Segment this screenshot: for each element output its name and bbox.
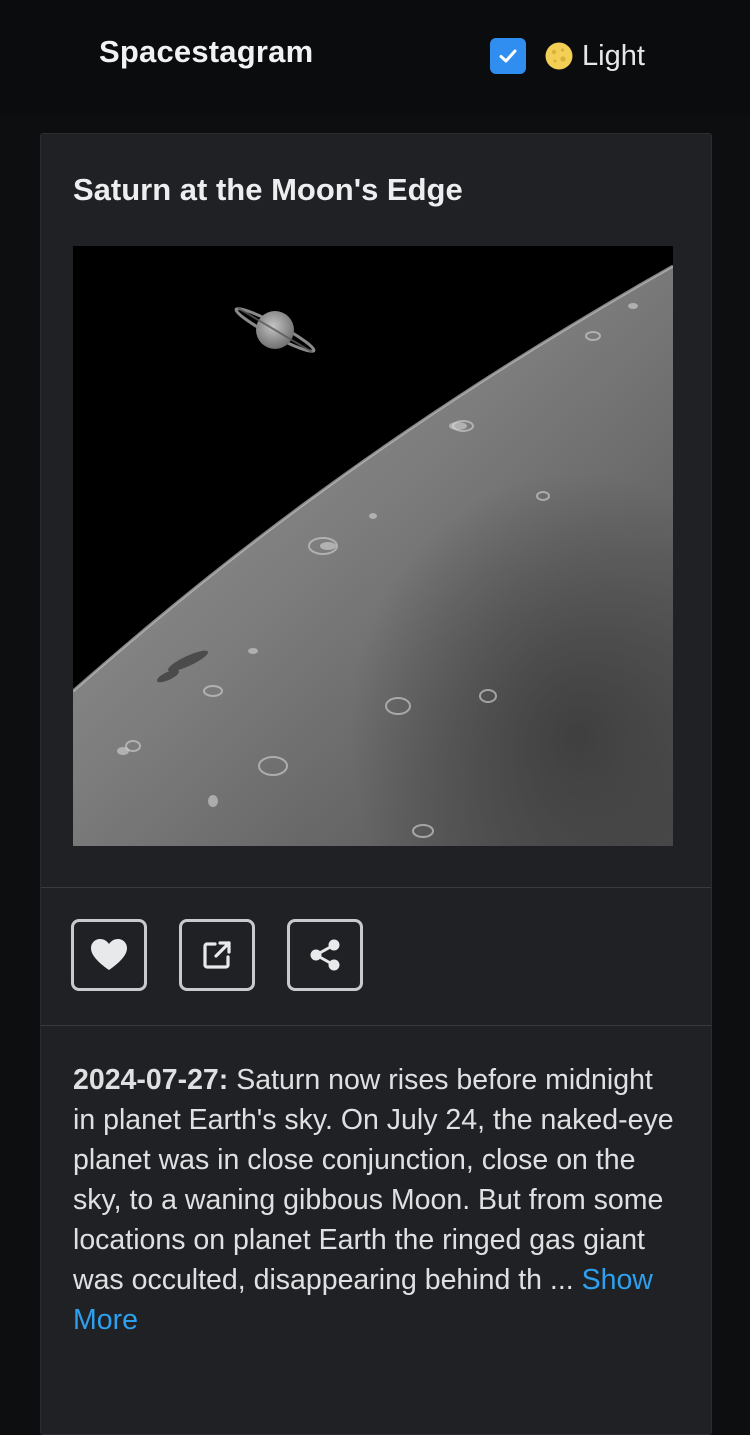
- theme-label[interactable]: Light: [582, 40, 645, 73]
- external-link-icon: [203, 941, 231, 969]
- post-actions: [71, 919, 395, 991]
- brand-title[interactable]: Spacestagram: [99, 34, 313, 70]
- post-description: 2024-07-27: Saturn now rises before midn…: [73, 1060, 679, 1340]
- post-image[interactable]: [73, 246, 673, 846]
- post-date: 2024-07-27:: [73, 1064, 229, 1096]
- app-header: Spacestagram Light: [0, 0, 750, 115]
- divider-top: [41, 887, 711, 888]
- saturn-moon-photo: [73, 246, 673, 846]
- like-button[interactable]: [71, 919, 147, 991]
- share-button[interactable]: [287, 919, 363, 991]
- theme-toggle[interactable]: Light: [490, 38, 645, 74]
- post-excerpt: Saturn now rises before midnight in plan…: [73, 1064, 674, 1296]
- checkmark-icon: [499, 49, 517, 63]
- moon-icon: [545, 42, 573, 70]
- open-link-button[interactable]: [179, 919, 255, 991]
- post-card: Saturn at the Moon's Edge 2024-07-27: Sa…: [40, 133, 712, 1435]
- theme-checkbox[interactable]: [490, 38, 526, 74]
- share-icon: [310, 939, 340, 971]
- heart-icon: [91, 939, 127, 970]
- divider-bottom: [41, 1025, 711, 1026]
- post-title: Saturn at the Moon's Edge: [73, 172, 463, 207]
